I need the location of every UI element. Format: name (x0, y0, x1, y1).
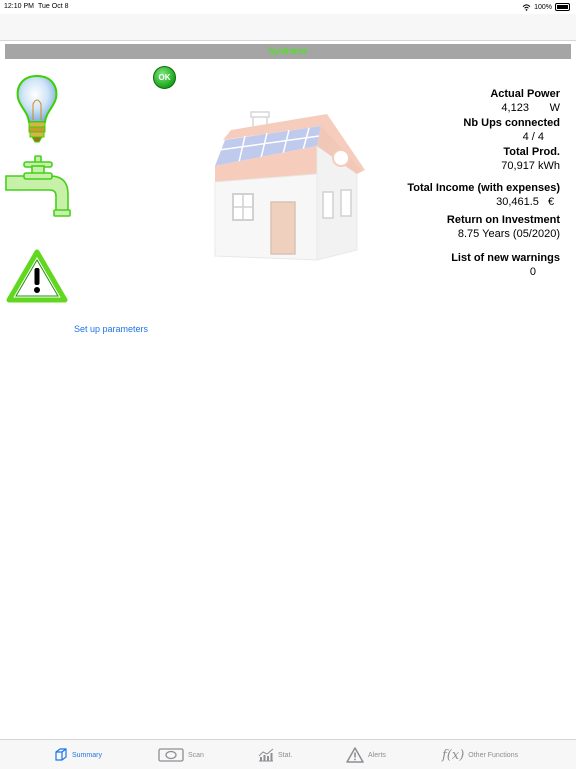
tab-other-functions[interactable]: f(x) Other Functions (442, 745, 518, 765)
stat-label: Actual Power (490, 88, 560, 100)
tab-alerts[interactable]: Alerts (346, 745, 386, 765)
section-header: Synthesis (5, 44, 571, 59)
stat-value: 30,461.5 (496, 196, 539, 208)
stat-total-prod: Total Prod. 70,917 kWh (340, 146, 560, 172)
status-time: 12:10 PM (4, 3, 34, 10)
stat-value: 0 (529, 266, 536, 278)
wifi-icon (522, 3, 531, 11)
status-date: Tue Oct 8 (38, 3, 69, 10)
stat-nb-ups: Nb Ups connected 4 / 4 (340, 117, 560, 143)
navigation-bar (0, 14, 576, 41)
stat-return-on-investment: Return on Investment 8.75 Years (05/2020… (340, 214, 560, 240)
tab-summary[interactable]: Summary (54, 745, 102, 765)
tab-scan[interactable]: Scan (158, 745, 204, 765)
stat-unit: kWh (538, 160, 560, 172)
tab-label: Summary (72, 751, 102, 759)
stat-label: Total Prod. (503, 146, 560, 158)
ok-status-badge[interactable]: OK (153, 66, 176, 89)
cube-icon (55, 748, 67, 761)
stat-label: Return on Investment (446, 214, 560, 226)
stat-value: 4 / 4 (522, 131, 544, 143)
stat-label: Nb Ups connected (463, 117, 560, 129)
chart-icon (258, 748, 274, 762)
tab-label: Stat. (278, 751, 293, 759)
stat-value: 4,123 (501, 102, 529, 114)
stat-value: 8.75 Years (05/2020) (457, 228, 560, 240)
light-bulb-icon[interactable] (14, 74, 60, 144)
setup-parameters-link[interactable]: Set up parameters (74, 324, 148, 334)
tab-label: Other Functions (468, 751, 519, 759)
stat-label: Total Income (with expenses) (407, 182, 560, 194)
tab-label: Scan (188, 751, 204, 759)
scan-icon (158, 748, 184, 762)
faucet-icon[interactable] (4, 154, 72, 220)
function-icon: f(x) (442, 747, 465, 763)
stats-panel: Actual Power 4,123 W Nb Ups connected 4 … (340, 88, 560, 278)
stat-value: 70,917 (501, 160, 535, 172)
battery-percent: 100% (534, 3, 552, 11)
tab-bar: Summary Scan Stat. Alerts f(x) Other Fun… (0, 739, 576, 769)
stat-unit: W (549, 102, 560, 114)
warning-icon (346, 747, 364, 763)
status-right: 100% (522, 3, 570, 11)
stat-label: List of new warnings (451, 252, 560, 264)
warning-icon[interactable] (6, 249, 68, 304)
stat-total-income: Total Income (with expenses) 30,461.5 € (340, 182, 560, 208)
tab-label: Alerts (368, 751, 386, 759)
status-bar: 12:10 PM Tue Oct 8 100% (0, 0, 576, 14)
battery-icon (555, 3, 570, 11)
stat-new-warnings[interactable]: List of new warnings 0 (340, 252, 560, 278)
stat-unit: € (547, 196, 555, 208)
tab-stat[interactable]: Stat. (258, 745, 292, 765)
stat-actual-power: Actual Power 4,123 W (340, 88, 560, 114)
